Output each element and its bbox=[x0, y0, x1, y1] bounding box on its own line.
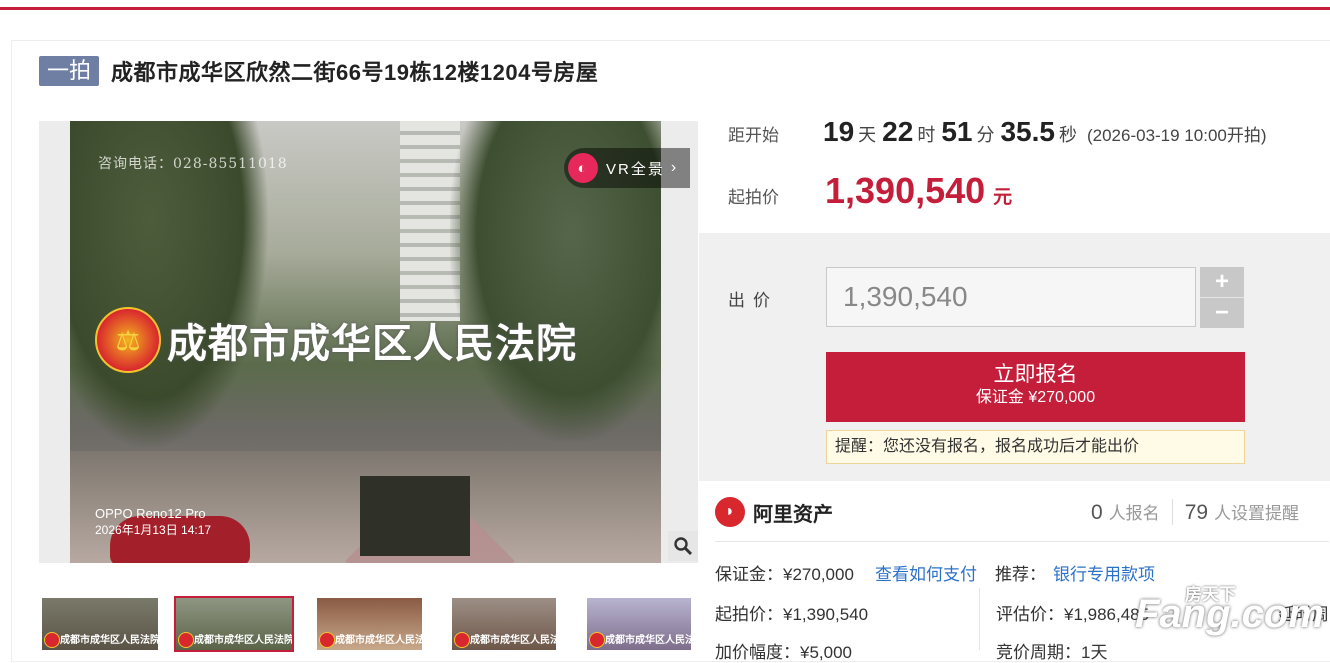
countdown-days-unit: 天 bbox=[858, 125, 877, 145]
countdown-seconds: 35.5 bbox=[1000, 116, 1055, 147]
camera-watermark: OPPO Reno12 Pro 2026年1月13日 14:17 bbox=[95, 506, 211, 538]
reminder-count: 79 bbox=[1184, 501, 1209, 524]
thumbnail-label: 成都市成华区人民法院 bbox=[605, 635, 691, 646]
start-price-label: 起拍价 bbox=[728, 188, 779, 207]
countdown-seconds-unit: 秒 bbox=[1058, 125, 1077, 145]
vr-label: VR全景 bbox=[606, 160, 665, 178]
thumbnail-strip: 成都市成华区人民法院 成都市成华区人民法院 成都市成华区人民法院 成都市成华区人… bbox=[39, 596, 699, 652]
court-emblem-icon bbox=[44, 632, 60, 648]
auction-start-time: (2026-03-19 10:00开拍) bbox=[1086, 126, 1267, 145]
camera-date: 2026年1月13日 14:17 bbox=[95, 523, 212, 537]
court-emblem-icon bbox=[178, 632, 194, 648]
watermark-phone: 咨询电话：028-85511018 bbox=[98, 156, 288, 172]
deposit-info: 保证金：¥270,000 bbox=[715, 565, 854, 584]
bid-label: 出价 bbox=[728, 291, 778, 310]
countdown-days: 19 bbox=[823, 116, 855, 147]
vr-logo-icon: ◐ bbox=[568, 153, 598, 183]
start-price-info: 起拍价：¥1,390,540 bbox=[715, 605, 869, 624]
reminder-count-label: 人设置提醒 bbox=[1214, 504, 1300, 523]
countdown-minutes: 51 bbox=[941, 116, 973, 147]
court-emblem-icon: ⚖ bbox=[95, 307, 161, 373]
thumbnail[interactable]: 成都市成华区人民法院 bbox=[42, 598, 158, 650]
auction-round-tag: 一拍 bbox=[39, 56, 100, 86]
countdown-hours: 22 bbox=[882, 116, 914, 147]
image-gallery: 咨询电话：028-85511018 ⚖ 成都市成华区人民法院 OPPO Reno… bbox=[39, 121, 698, 563]
photo-gate bbox=[360, 476, 470, 556]
camera-model: OPPO Reno12 Pro bbox=[95, 506, 206, 521]
page-title: 成都市成华区欣然二街66号19栋12楼1204号房屋 bbox=[111, 60, 599, 85]
recommend-label: 推荐： bbox=[995, 565, 1046, 584]
fang-watermark: 房天下 Fang.com bbox=[1135, 580, 1324, 642]
countdown-label: 距开始 bbox=[728, 126, 779, 145]
countdown-hours-unit: 时 bbox=[917, 125, 936, 145]
thumbnail-label: 成都市成华区人民法院 bbox=[470, 635, 556, 646]
signup-label: 立即报名 bbox=[993, 363, 1078, 386]
brand: ◗ 阿里资产 bbox=[715, 497, 833, 527]
thumbnail-label: 成都市成华区人民法院 bbox=[60, 635, 158, 646]
thumbnail-label: 成都市成华区人民法院 bbox=[194, 635, 292, 646]
bid-panel: 出价 1,390,540 + − 立即报名 保证金 ¥270,000 提醒：您还… bbox=[699, 233, 1330, 481]
thumbnail-label: 成都市成华区人民法院 bbox=[335, 635, 422, 646]
deposit-label: 保证金 ¥270,000 bbox=[975, 389, 1096, 406]
payment-help-link-text: 查看如何支付 bbox=[875, 565, 977, 584]
thumbnail-selected[interactable]: 成都市成华区人民法院 bbox=[174, 596, 294, 652]
bidding-cycle-info: 竞价周期：1天 bbox=[996, 643, 1108, 662]
fang-watermark-en: Fang.com bbox=[1135, 592, 1324, 636]
payment-help-link[interactable]: 查看如何支付 bbox=[875, 560, 977, 585]
info-divider bbox=[715, 541, 1329, 542]
watermark-court-text: 成都市成华区人民法院 bbox=[167, 321, 577, 367]
main-photo[interactable]: 咨询电话：028-85511018 ⚖ 成都市成华区人民法院 OPPO Reno… bbox=[70, 121, 661, 563]
increment-info: 加价幅度：¥5,000 bbox=[715, 643, 852, 662]
signup-reminder: 提醒：您还没有报名，报名成功后才能出价 bbox=[826, 430, 1245, 464]
watermark-court: ⚖ 成都市成华区人民法院 bbox=[95, 307, 577, 373]
increase-bid-button[interactable]: + bbox=[1200, 267, 1244, 297]
title-row: 一拍 成都市成华区欣然二街66号19栋12楼1204号房屋 bbox=[39, 56, 598, 86]
participation-stats: 0 人报名 79 人设置提醒 bbox=[1091, 499, 1299, 525]
top-accent-line bbox=[0, 7, 1330, 10]
start-price-row: 起拍价 1,390,540 元 bbox=[728, 170, 1012, 212]
eval-price-info: 评估价：¥1,986,485 bbox=[996, 605, 1150, 624]
brand-name: 阿里资产 bbox=[753, 503, 833, 526]
signup-count: 0 bbox=[1091, 501, 1103, 524]
chevron-right-icon: › bbox=[670, 159, 679, 176]
court-emblem-icon bbox=[589, 632, 605, 648]
thumbnail[interactable]: 成都市成华区人民法院 bbox=[452, 598, 556, 650]
info-column-divider bbox=[979, 588, 980, 650]
bid-amount-input[interactable]: 1,390,540 bbox=[826, 267, 1196, 327]
decrease-bid-button[interactable]: − bbox=[1200, 297, 1244, 328]
thumbnail[interactable]: 成都市成华区人民法院 bbox=[317, 598, 422, 650]
start-price-unit: 元 bbox=[993, 187, 1013, 208]
countdown-row: 距开始 19 天 22 时 51 分 35.5 秒 (2026-03-19 10… bbox=[728, 116, 1267, 148]
vr-tour-button[interactable]: ◐ VR全景 › bbox=[564, 148, 691, 188]
court-emblem-icon bbox=[454, 632, 470, 648]
court-emblem-icon bbox=[319, 632, 335, 648]
signup-count-label: 人报名 bbox=[1108, 504, 1160, 523]
ali-assets-logo-icon: ◗ bbox=[715, 497, 745, 527]
countdown-minutes-unit: 分 bbox=[976, 125, 995, 145]
signup-button[interactable]: 立即报名 保证金 ¥270,000 bbox=[826, 352, 1245, 422]
magnifier-icon[interactable] bbox=[668, 531, 698, 561]
start-price-value: 1,390,540 bbox=[825, 170, 986, 211]
thumbnail[interactable]: 成都市成华区人民法院 bbox=[587, 598, 691, 650]
stats-divider bbox=[1171, 499, 1173, 525]
